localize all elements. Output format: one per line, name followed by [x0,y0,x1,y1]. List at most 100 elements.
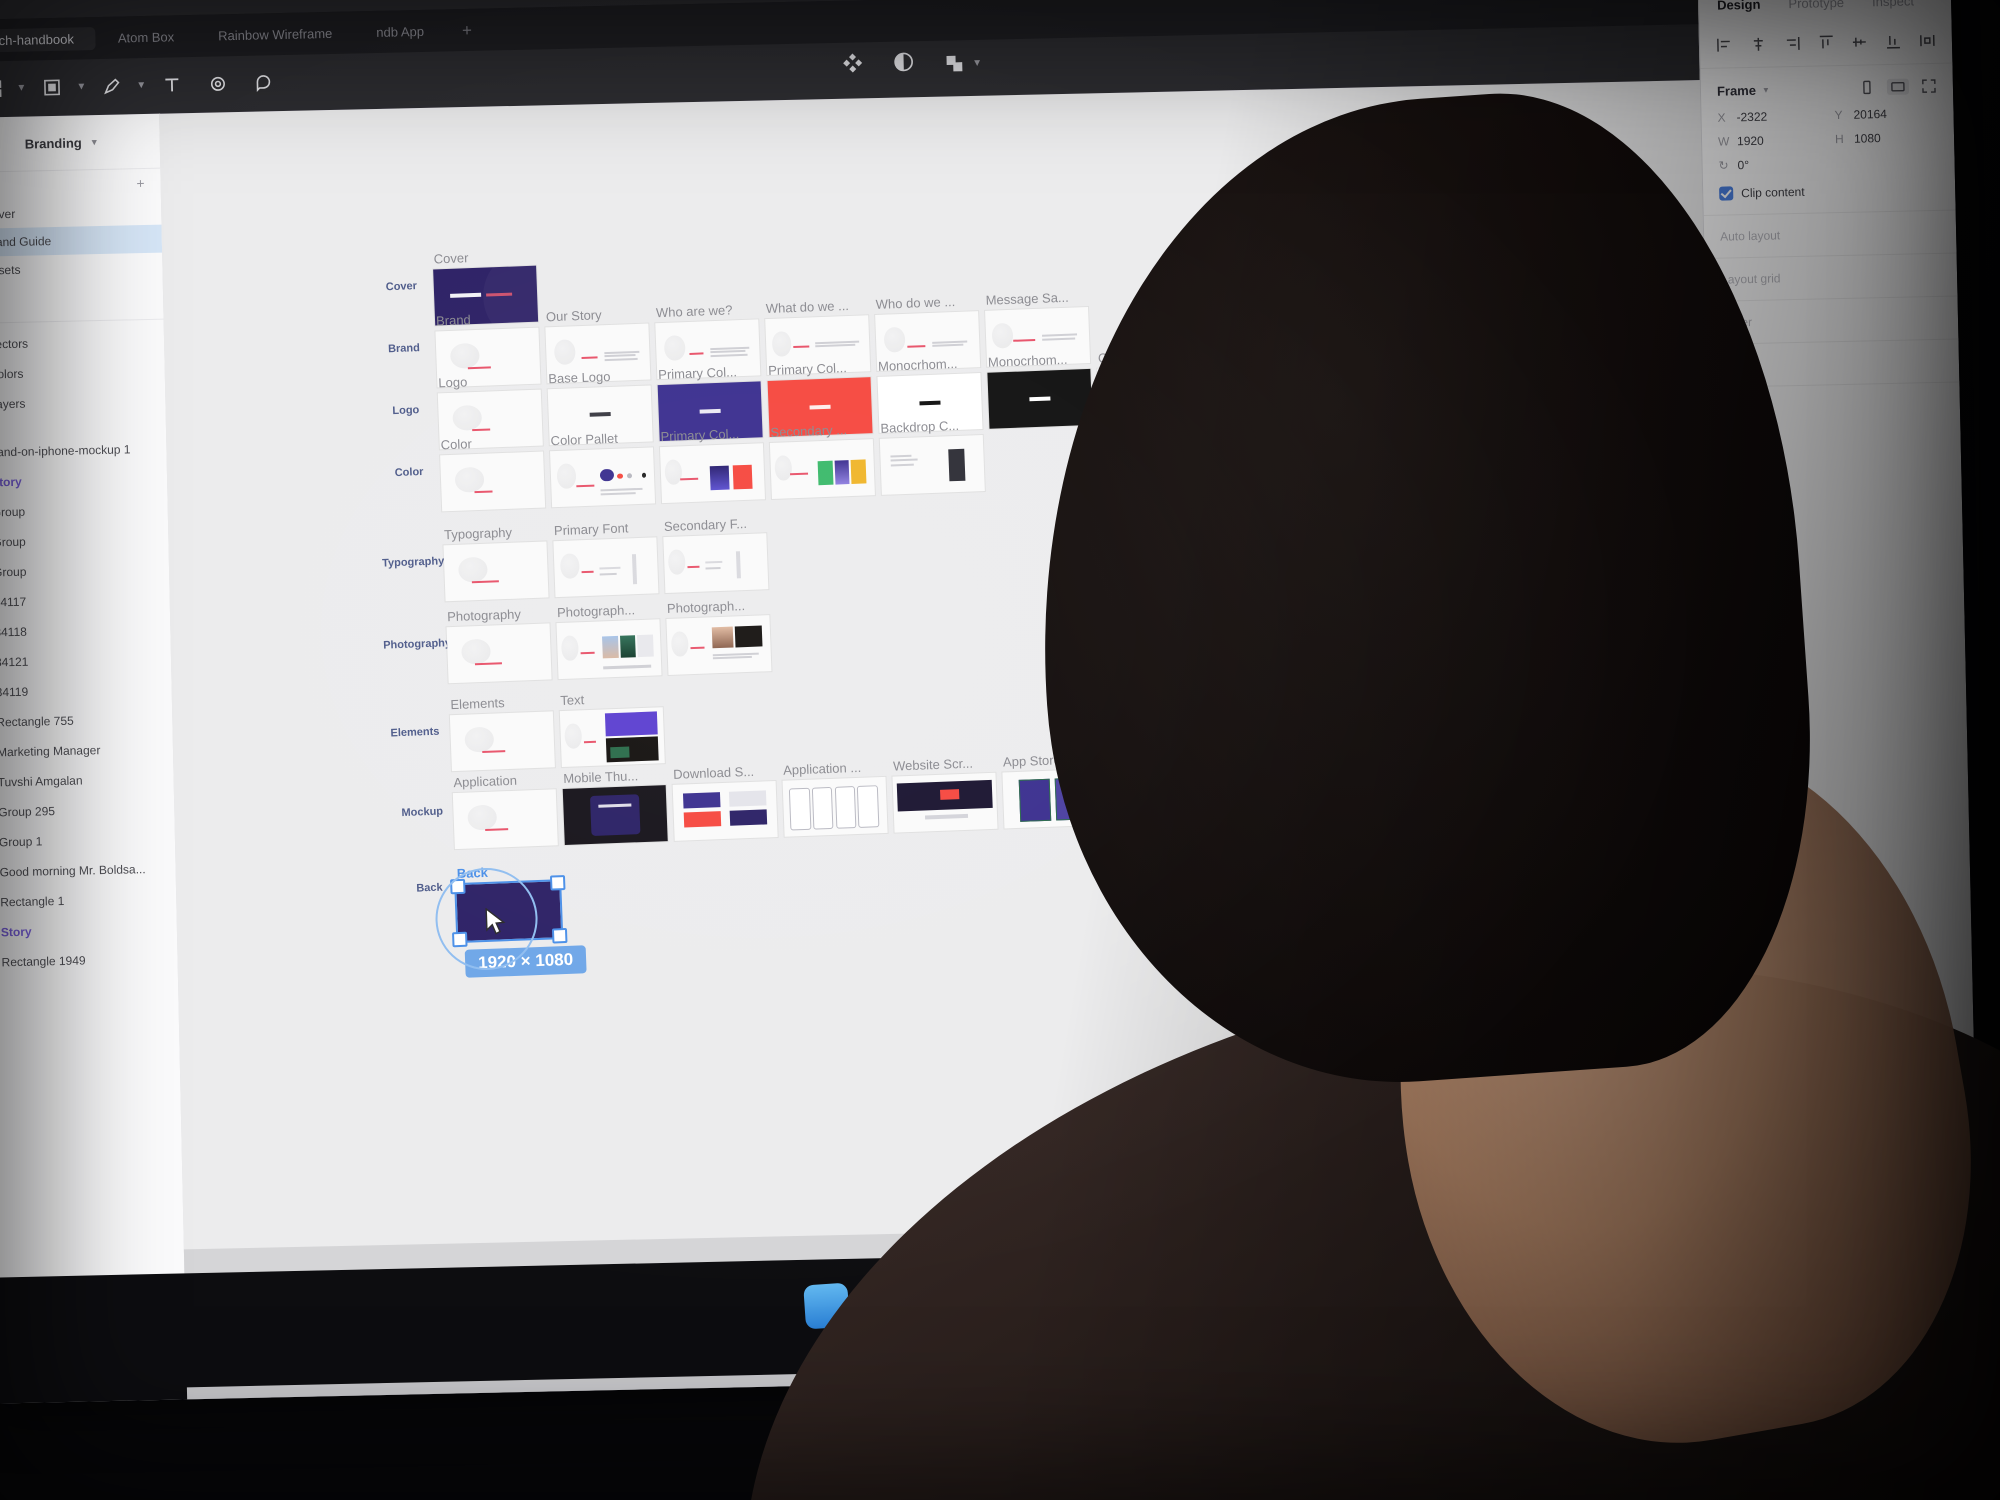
align-vertical-center-icon[interactable] [1851,33,1868,50]
list-item[interactable]: hand-on-iphone-mockup 1 [0,416,167,468]
chevron-down-icon[interactable]: ▼ [136,79,146,90]
frame-monochrome-black[interactable]: Monocrhom... [987,352,1093,429]
frame-secondary-font[interactable]: Secondary F... [663,516,769,594]
frame-thumbnail [782,776,888,837]
add-page-button[interactable]: + [0,169,161,201]
tab-prototype[interactable]: Prototype [1788,0,1844,11]
chevron-down-icon[interactable]: ▼ [16,82,26,93]
list-item[interactable]: Marketing Manager [0,734,173,768]
frame-elements[interactable]: Elements [449,695,555,772]
frame-website-screen[interactable]: Website Scr... [892,756,998,833]
list-item[interactable]: Story [0,464,167,498]
file-tab-1[interactable]: Atom Box [96,25,197,50]
page-item-cover[interactable]: Cover [0,197,162,229]
list-item[interactable]: 34118 [0,614,171,648]
distribute-icon[interactable] [1919,32,1936,49]
rotation-field[interactable]: ↻ 0° [1718,156,1821,173]
new-tab-button[interactable]: + [446,20,488,41]
frame-mobile-thumbnail[interactable]: Mobile Thu... [562,768,668,845]
y-field[interactable]: Y 20164 [1834,106,1937,122]
tab-design[interactable]: Design [1717,0,1761,13]
page-selector[interactable]: Branding ▼ [0,113,161,173]
resize-handle-tr[interactable] [549,875,566,891]
align-left-icon[interactable] [1716,36,1733,53]
grid-icon[interactable] [0,69,13,108]
file-tab-0[interactable]: ach-handbook [0,27,97,53]
list-item[interactable]: Colors [0,356,165,390]
frame-name: Application ... [782,759,862,778]
frame-secondary-colors[interactable]: Secondary ... [769,422,875,499]
list-item[interactable]: Rectangle 1949 [0,943,178,977]
align-bottom-icon[interactable] [1885,33,1902,50]
frame-photography-b[interactable]: Photograph... [666,598,772,675]
frame-typography[interactable]: Typography [443,525,549,602]
frame-color-pallet[interactable]: Color Pallet [550,431,656,508]
list-item[interactable]: Story [0,913,177,947]
frame-section-header: Frame ▼ [1717,78,1937,99]
frame-backdrop-c[interactable]: Backdrop C... [879,418,985,495]
list-item[interactable]: Group [0,494,168,528]
page-item-brand-guide[interactable]: Brand Guide [0,224,163,257]
auto-layout-section[interactable]: Auto layout [1703,210,1957,260]
frame-name: Primary Col... [657,364,738,383]
square-icon[interactable] [32,68,73,107]
selected-frame-back[interactable]: Back 1920 × 1080 [433,865,587,978]
frame-primary-font[interactable]: Primary Font [553,520,659,598]
list-item[interactable]: Tuvshi Amgalan [0,764,174,798]
frame-primary-colors[interactable]: Primary Col... [659,426,765,504]
width-value: 1920 [1736,133,1764,149]
frame-text[interactable]: Text [559,692,665,768]
align-horizontal-center-icon[interactable] [1750,36,1767,53]
hand-icon[interactable] [198,64,239,103]
clip-content-row[interactable]: Clip content [1719,182,1939,201]
file-tabs: ach-handbook Atom Box Rainbow Wireframe … [0,18,488,53]
list-item[interactable]: Good morning Mr. Boldsa... [0,854,176,888]
list-item[interactable]: Group 1 [0,824,175,858]
height-field[interactable]: H 1080 [1835,130,1938,146]
landscape-icon[interactable] [1886,78,1910,95]
fit-icon[interactable] [1921,78,1937,94]
frame-photography-a[interactable]: Photograph... [556,602,662,680]
frame-name: Our Story [545,307,602,325]
chevron-down-icon[interactable]: ▼ [1762,85,1770,94]
list-item[interactable]: Group 295 [0,794,175,828]
list-item[interactable]: Vectors [0,326,164,360]
resize-handle-br[interactable] [551,927,568,944]
frame-name: Base Logo [548,368,611,387]
text-t-icon[interactable] [152,65,193,104]
list-item[interactable]: 34121 [0,644,171,678]
file-tab-2[interactable]: Rainbow Wireframe [196,21,355,47]
component-diamond-icon[interactable] [842,52,864,78]
layout-grid-section[interactable]: Layout grid [1704,253,1958,302]
comment-icon[interactable] [244,63,285,102]
align-top-icon[interactable] [1817,34,1834,51]
list-item[interactable]: Group [0,524,169,558]
boolean-union-group[interactable]: ▼ [944,52,982,74]
list-item[interactable]: 34119 [0,674,172,708]
row-label-brand: Brand [387,342,421,356]
frame-thumbnail [879,435,985,495]
list-item[interactable]: Group [0,554,169,588]
file-tab-3[interactable]: ndb App [354,19,446,44]
frame-photography[interactable]: Photography [446,606,552,684]
chevron-down-icon[interactable]: ▼ [972,57,982,68]
page-item-assets[interactable]: Assets [0,253,163,285]
pen-icon[interactable] [92,66,133,105]
align-right-icon[interactable] [1783,35,1800,52]
list-item[interactable]: Rectangle 1 [0,884,177,918]
width-field[interactable]: W 1920 [1718,132,1821,149]
mask-circle-icon[interactable] [893,51,915,77]
frame-name: Monocrhom... [877,355,958,374]
list-item[interactable]: Rectangle 755 [0,704,173,738]
tab-inspect[interactable]: Inspect [1872,0,1914,9]
frame-color[interactable]: Color [440,436,546,512]
portrait-icon[interactable] [1859,79,1875,95]
list-item[interactable]: 34117 [0,584,170,618]
chevron-down-icon[interactable]: ▼ [76,81,86,92]
frame-application[interactable]: Application [452,773,558,850]
frame-download-s[interactable]: Download S... [672,764,778,841]
clip-content-checkbox[interactable] [1719,186,1734,201]
frame-application-screens[interactable]: Application ... [782,760,888,837]
x-field[interactable]: X -2322 [1717,108,1820,125]
list-item[interactable]: Layers [0,386,166,420]
